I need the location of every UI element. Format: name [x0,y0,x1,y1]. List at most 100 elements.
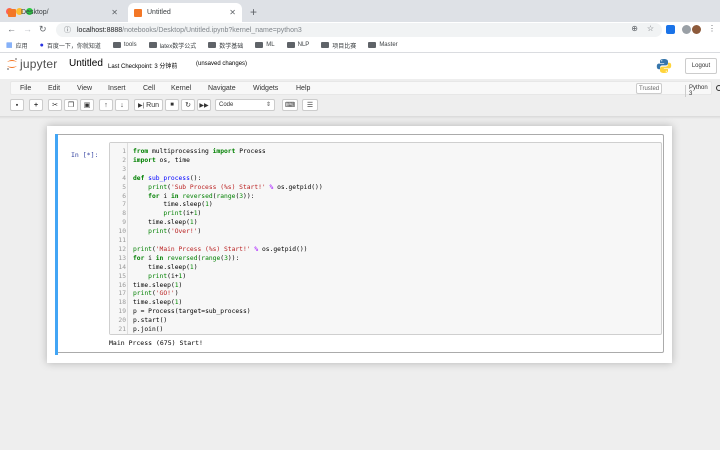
bookmark-folder-latex[interactable]: latex数学公式 [148,41,196,50]
code-line: 21 p.join() [110,325,663,334]
step-forward-icon: ▶| [137,102,145,109]
forward-arrow-icon[interactable]: → [23,24,32,34]
code-text: print(i+1) [163,210,202,218]
bookmark-baidu[interactable]: ● 百度一下，你就知道 [40,41,101,50]
arrow-up-icon: ↑ [104,101,108,109]
menu-edit[interactable]: Edit [48,85,60,92]
interrupt-kernel-button[interactable]: ■ [165,99,179,111]
logout-button[interactable]: Logout [685,58,717,74]
fast-forward-icon: ▶▶ [199,102,209,109]
code-cell[interactable]: In [*]: 1 from multiprocessing import Pro… [55,134,664,355]
info-icon[interactable]: ⓘ [64,25,71,35]
extension-icon[interactable] [682,25,691,34]
insert-cell-below-button[interactable]: + [29,99,43,111]
new-tab-button[interactable]: + [250,5,257,19]
jupyter-favicon-icon [134,8,142,17]
notebook-name[interactable]: Untitled [69,58,103,69]
stop-icon: ■ [170,102,174,108]
restart-run-all-button[interactable]: ▶▶ [197,99,211,111]
copy-button[interactable]: ❐ [64,99,78,111]
address-bar[interactable]: ⓘ localhost:8888/notebooks/Desktop/Untit… [56,23,662,37]
line-number: 3 [122,165,126,173]
profile-avatar[interactable] [692,25,701,34]
folder-icon [208,42,217,48]
back-arrow-icon[interactable]: ← [7,24,16,34]
code-line: 1 from multiprocessing import Process [110,147,663,156]
code-line: 14 time.sleep(1) [110,263,663,272]
floppy-disk-icon: ▪ [15,101,19,109]
code-line: 15 print(i+1) [110,272,663,281]
menu-kernel[interactable]: Kernel [171,85,191,92]
bookmark-star-icon[interactable]: ☆ [647,24,654,33]
code-line: 4 def sub_process(): [110,174,663,183]
bookmark-apps[interactable]: ▦ 应用 [6,41,28,50]
menu-help[interactable]: Help [296,85,310,92]
toc-button[interactable]: ☰ [302,99,318,111]
code-line: 11 [110,236,663,245]
more-menu-icon[interactable]: ⋮ [708,24,716,33]
menu-cell[interactable]: Cell [143,85,155,92]
code-text: time.sleep(1) [163,201,213,209]
notebook-menubar: File Edit View Insert Cell Kernel Naviga… [10,81,720,97]
tab-untitled[interactable]: Untitled ✕ [128,3,242,22]
zoom-icon[interactable]: ⊕ [631,24,638,33]
code-line: 6 for i in reversed(range(3)): [110,192,663,201]
menu-widgets[interactable]: Widgets [253,85,278,92]
apps-grid-icon: ▦ [6,42,13,49]
folder-icon [148,42,157,48]
baidu-paw-icon: ● [39,41,44,49]
bookmark-folder-math[interactable]: 数学基础 [208,41,243,50]
menu-file[interactable]: File [20,85,31,92]
bookmark-folder-master[interactable]: Master [368,42,398,48]
select-arrows-icon: ⇕ [265,102,271,108]
scissors-icon: ✂ [52,102,58,109]
line-number: 5 [122,183,126,191]
browser-toolbar: ← → ↻ ⓘ localhost:8888/notebooks/Desktop… [0,22,720,38]
code-text: time.sleep(1) [133,299,183,307]
command-palette-button[interactable]: ⌨ [282,99,298,111]
code-text: time.sleep(1) [148,219,198,227]
restart-kernel-button[interactable]: ↻ [181,99,195,111]
line-number: 20 [118,317,126,325]
code-editor[interactable]: 1 from multiprocessing import Process 2 imp… [109,142,662,335]
cell-type-select[interactable]: Code ⇕ [215,99,275,111]
line-number: 12 [118,245,126,253]
bookmark-folder-projects[interactable]: 项目比赛 [321,41,356,50]
code-text: print('Sub Process (%s) Start!' % os.get… [148,183,323,191]
code-line: 5 print('Sub Process (%s) Start!' % os.g… [110,183,663,192]
run-button[interactable]: ▶| Run [134,99,163,111]
jupyter-logo[interactable]: jupyter [6,57,57,71]
paste-button[interactable]: ▣ [80,99,94,111]
bookmark-folder-ml[interactable]: ML [255,42,275,48]
code-text: print(i+1) [148,272,187,280]
url-path: /notebooks/Desktop/Untitled.ipynb?kernel… [122,26,302,34]
jupyter-wordmark: jupyter [20,57,58,71]
extension-icon[interactable] [666,25,675,34]
bookmark-folder-tools[interactable]: tools [112,42,137,48]
code-line: 2 import os, time [110,156,663,165]
code-text: def sub_process(): [133,174,202,182]
move-up-button[interactable]: ↑ [99,99,113,111]
cut-button[interactable]: ✂ [48,99,62,111]
trusted-badge[interactable]: Trusted [636,83,663,94]
arrow-down-icon: ↓ [120,101,124,109]
code-text: for i in reversed(range(3)): [133,254,240,262]
menu-insert[interactable]: Insert [108,85,126,92]
kernel-name: Python 3 [685,85,711,97]
move-down-button[interactable]: ↓ [115,99,129,111]
close-tab-icon[interactable]: ✕ [229,8,236,17]
close-tab-icon[interactable]: ✕ [111,8,118,17]
line-number: 14 [118,263,126,271]
menu-view[interactable]: View [77,85,92,92]
tab-desktop[interactable]: Desktop/ ✕ [2,3,124,22]
reload-icon[interactable]: ↻ [39,24,47,35]
code-line: 9 time.sleep(1) [110,218,663,227]
code-text: p.start() [133,317,168,325]
input-prompt: In [*]: [71,151,99,159]
menu-navigate[interactable]: Navigate [208,85,236,92]
save-button[interactable]: ▪ [10,99,24,111]
paste-icon: ▣ [83,102,91,109]
folder-icon [321,42,330,48]
line-number: 9 [122,219,126,227]
bookmark-folder-nlp[interactable]: NLP [286,42,309,48]
